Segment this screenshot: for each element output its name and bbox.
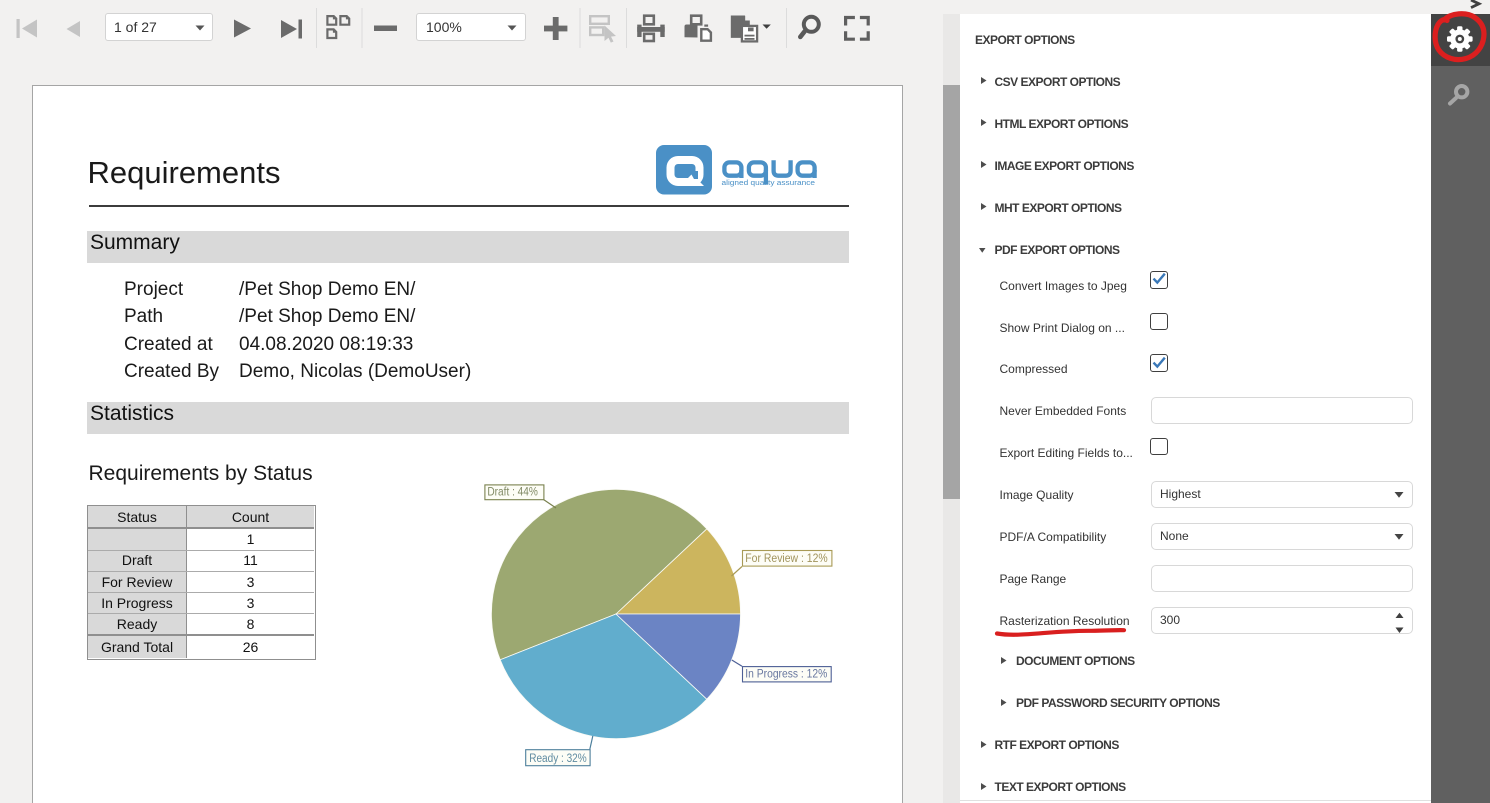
svg-text:Draft : 44%: Draft : 44% (487, 487, 538, 499)
svg-text:aligned quality assurance: aligned quality assurance (722, 178, 816, 187)
svg-text:Ready : 32%: Ready : 32% (529, 753, 587, 765)
svg-text:For Review : 12%: For Review : 12% (745, 553, 827, 565)
svg-text:In Progress : 12%: In Progress : 12% (745, 669, 827, 681)
